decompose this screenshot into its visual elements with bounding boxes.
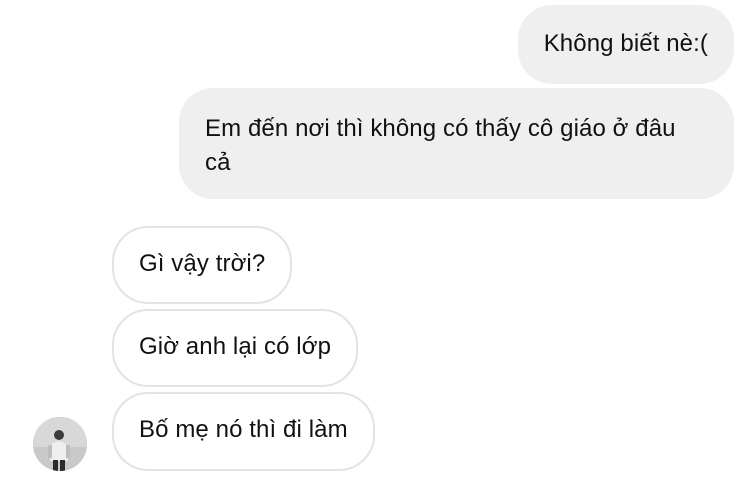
sender-avatar[interactable]	[33, 417, 87, 471]
received-message-bubble[interactable]: Giờ anh lại có lớp	[112, 309, 359, 387]
message-thread: Không biết nè:( Em đến nơi thì không có …	[0, 0, 750, 480]
received-message-bubble[interactable]: Bố mẹ nó thì đi làm	[112, 392, 375, 471]
person-photo-icon	[33, 417, 87, 471]
received-message-bubble[interactable]: Gì vậy trời?	[112, 226, 293, 304]
sent-message-bubble[interactable]: Không biết nè:(	[517, 5, 734, 84]
sent-message-bubble[interactable]: Em đến nơi thì không có thấy cô giáo ở đ…	[179, 88, 734, 199]
